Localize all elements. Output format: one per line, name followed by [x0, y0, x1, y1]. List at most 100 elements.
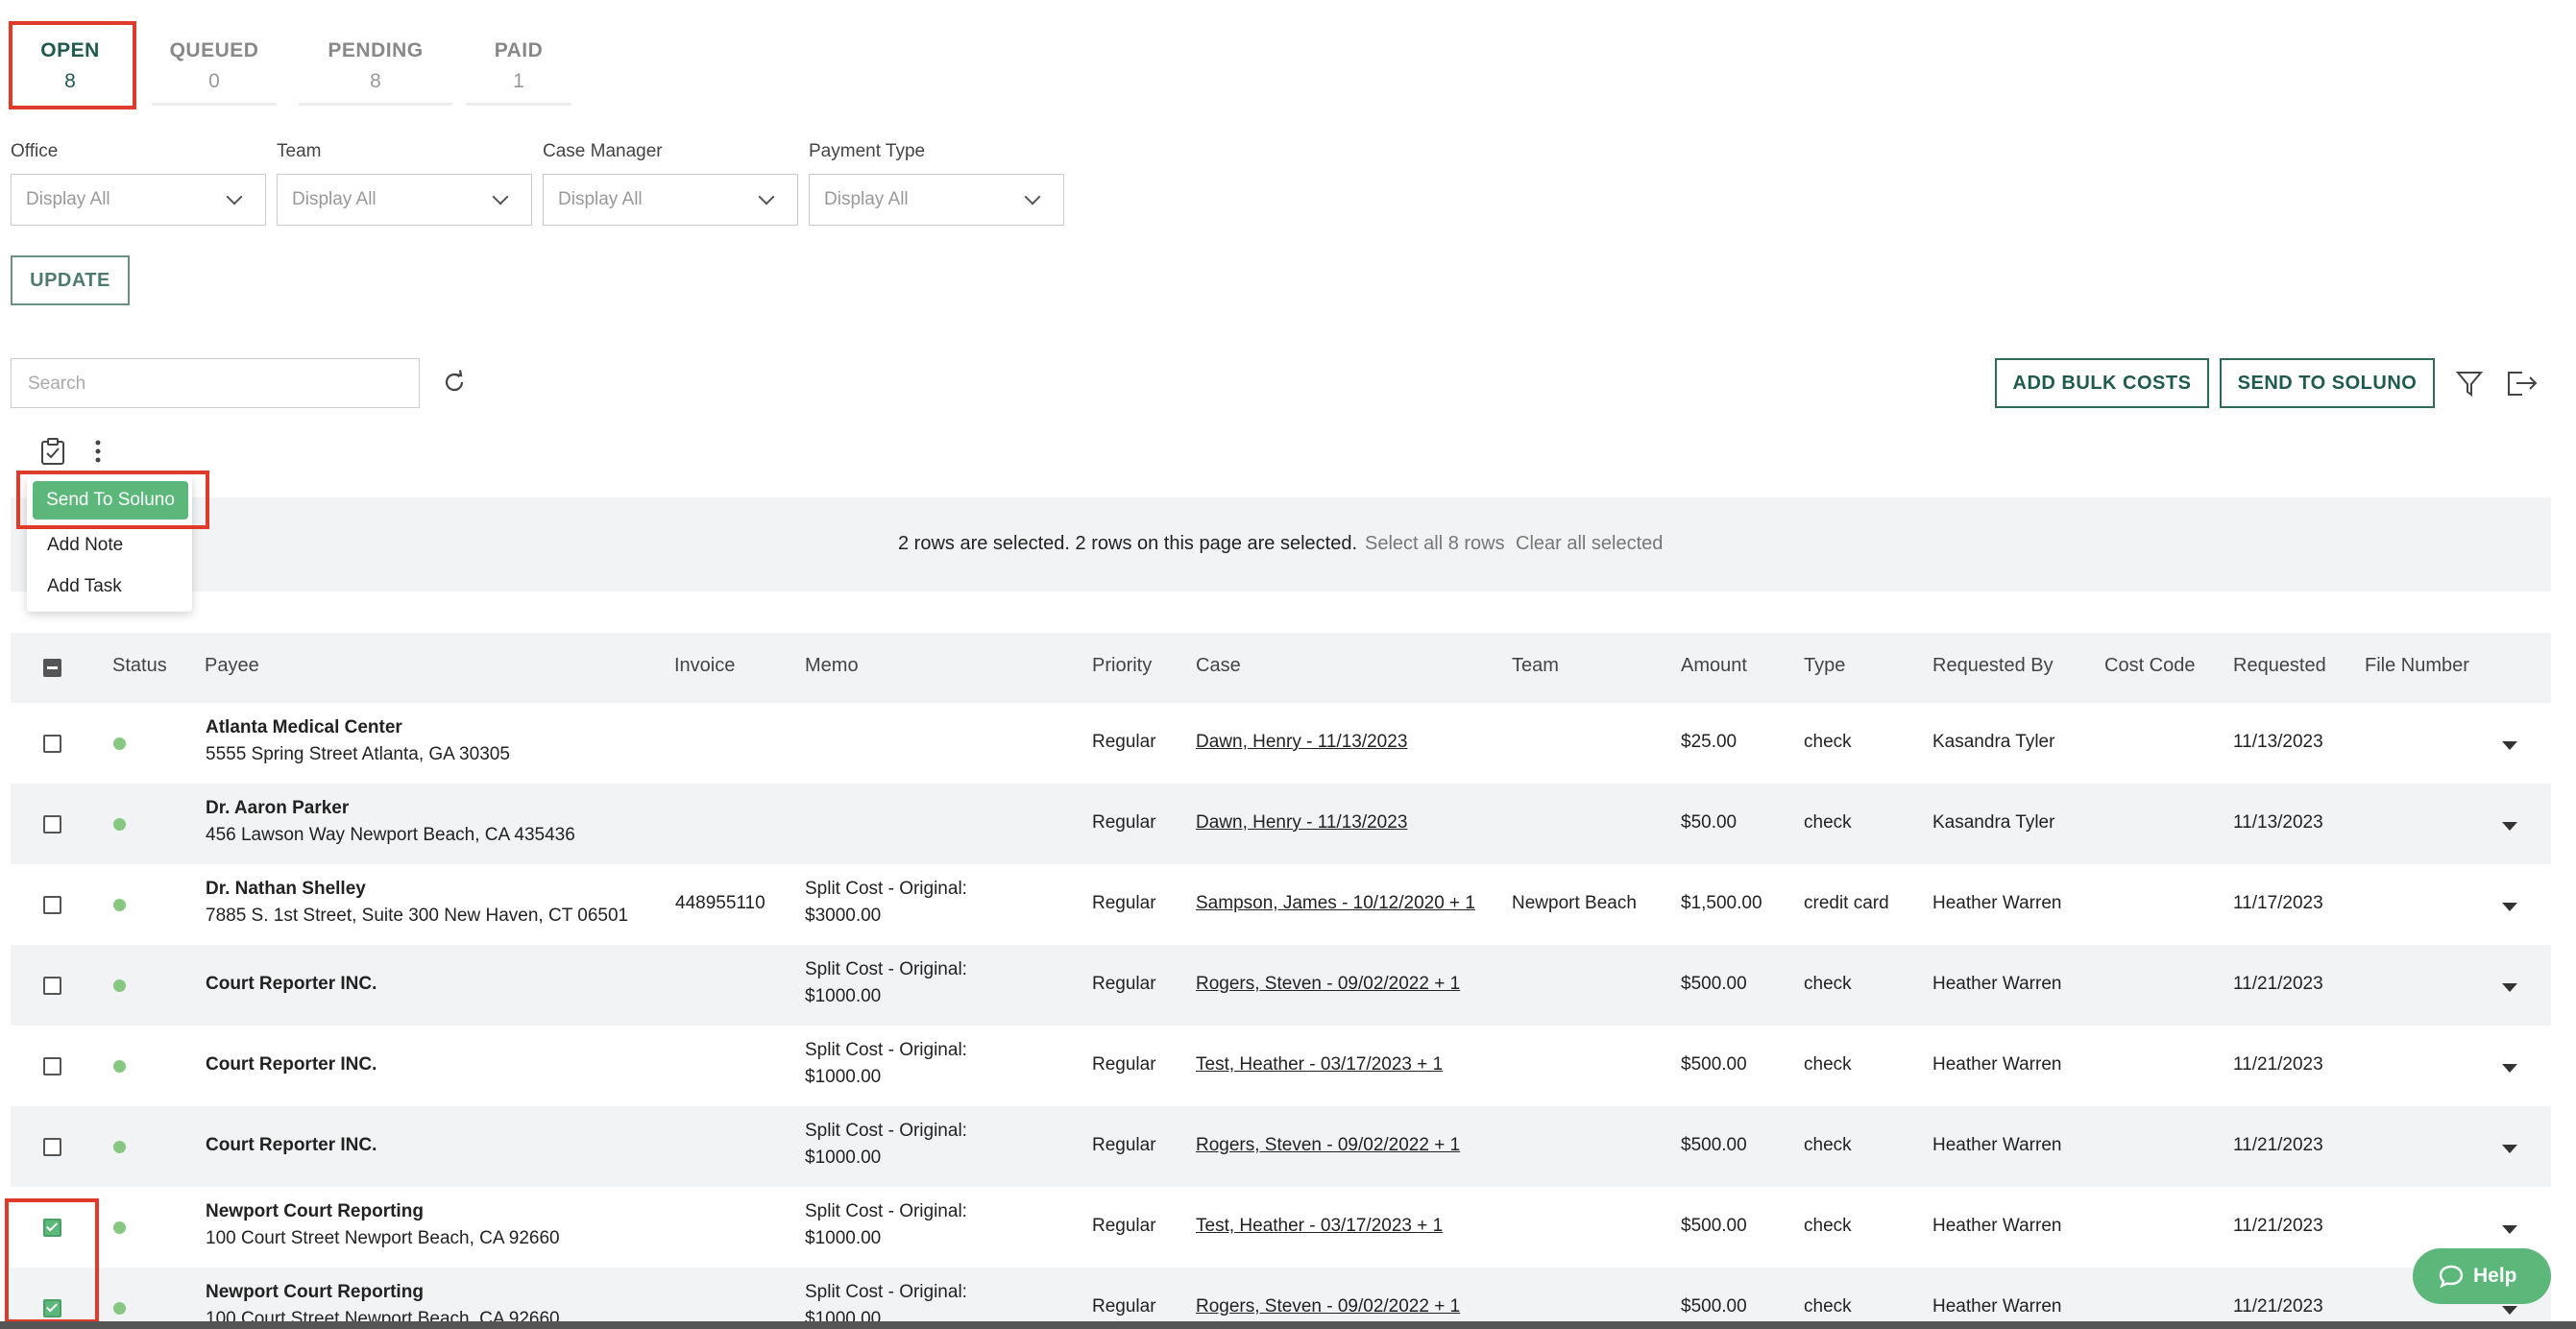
menu-item-add-task[interactable]: Add Task [47, 576, 122, 597]
row-checkbox[interactable] [43, 1138, 61, 1156]
type: check [1804, 1054, 1852, 1075]
expand-row-icon[interactable] [2502, 1145, 2517, 1153]
payee-name: Court Reporter INC. [206, 1135, 377, 1155]
column-header-file-number[interactable]: File Number [2365, 655, 2469, 677]
tab-label: QUEUED [169, 39, 259, 61]
select-value: Display All [558, 189, 643, 209]
clear-all-link[interactable]: Clear all selected [1516, 533, 1663, 555]
status-dot-icon [113, 1221, 126, 1234]
send-to-soluno-button[interactable]: SEND TO SOLUNO [2220, 358, 2435, 408]
row-checkbox[interactable] [43, 815, 61, 834]
chevron-down-icon [226, 188, 243, 205]
help-label: Help [2473, 1265, 2517, 1287]
case-link[interactable]: Test, Heather - 03/17/2023 + 1 [1196, 1216, 1443, 1237]
case-link[interactable]: Rogers, Steven - 09/02/2022 + 1 [1196, 1296, 1460, 1317]
priority: Regular [1092, 974, 1156, 994]
column-header-case[interactable]: Case [1196, 655, 1241, 677]
column-header-invoice[interactable]: Invoice [674, 655, 735, 677]
memo-line-2: $1000.00 [805, 1148, 882, 1168]
payee-address: 5555 Spring Street Atlanta, GA 30305 [206, 744, 510, 764]
chat-bubble-icon [2439, 1265, 2464, 1289]
payee-address: 100 Court Street Newport Beach, CA 92660 [206, 1309, 560, 1321]
case-link[interactable]: Test, Heather - 03/17/2023 + 1 [1196, 1054, 1443, 1075]
case-link[interactable]: Dawn, Henry - 11/13/2023 [1196, 732, 1407, 753]
update-button[interactable]: UPDATE [11, 255, 130, 305]
table-row[interactable]: Atlanta Medical Center 5555 Spring Stree… [11, 703, 2551, 784]
row-checkbox[interactable] [43, 1057, 61, 1075]
expand-row-icon[interactable] [2502, 741, 2517, 750]
column-header-requested-by[interactable]: Requested By [1932, 655, 2054, 677]
memo-line-1: Split Cost - Original: [805, 1282, 967, 1302]
requested-by: Heather Warren [1932, 1216, 2062, 1236]
column-header-requested[interactable]: Requested [2233, 655, 2326, 677]
payee-name: Newport Court Reporting [206, 1201, 424, 1221]
table-row[interactable]: Court Reporter INC. Split Cost - Origina… [11, 945, 2551, 1026]
select-all-checkbox[interactable] [43, 659, 61, 677]
type: check [1804, 732, 1852, 752]
case-link[interactable]: Rogers, Steven - 09/02/2022 + 1 [1196, 974, 1460, 995]
case-link[interactable]: Sampson, James - 10/12/2020 + 1 [1196, 893, 1475, 914]
refresh-icon[interactable] [441, 369, 468, 396]
status-dot-icon [113, 1302, 126, 1315]
column-header-team[interactable]: Team [1512, 655, 1559, 677]
requested-date: 11/21/2023 [2233, 1296, 2323, 1317]
selection-message: 2 rows are selected. 2 rows on this page… [898, 533, 1358, 554]
table-row[interactable]: Dr. Aaron Parker 456 Lawson Way Newport … [11, 784, 2551, 864]
more-vertical-icon[interactable] [91, 438, 105, 465]
column-header-type[interactable]: Type [1804, 655, 1845, 677]
checklist-icon[interactable] [39, 437, 66, 466]
payment-type-select[interactable]: Display All [809, 174, 1064, 226]
row-checkbox[interactable] [43, 896, 61, 914]
status-dot-icon [113, 737, 126, 750]
tab-queued[interactable]: QUEUED 0 [152, 17, 277, 106]
filter-label-office: Office [11, 141, 59, 161]
table-row[interactable]: Court Reporter INC. Split Cost - Origina… [11, 1026, 2551, 1106]
requested-by: Heather Warren [1932, 1296, 2062, 1317]
case-manager-select[interactable]: Display All [543, 174, 798, 226]
column-header-amount[interactable]: Amount [1681, 655, 1747, 677]
office-select[interactable]: Display All [11, 174, 266, 226]
team-select[interactable]: Display All [277, 174, 532, 226]
table-row[interactable]: Newport Court Reporting 100 Court Street… [11, 1268, 2551, 1321]
row-checkbox[interactable] [43, 735, 61, 753]
chevron-down-icon [1024, 188, 1041, 205]
row-checkbox[interactable] [43, 977, 61, 995]
expand-row-icon[interactable] [2502, 1306, 2517, 1315]
type: check [1804, 1135, 1852, 1155]
status-dot-icon [113, 1060, 126, 1073]
type: check [1804, 1296, 1852, 1317]
column-header-memo[interactable]: Memo [805, 655, 859, 677]
tab-pending[interactable]: PENDING 8 [299, 17, 452, 106]
expand-row-icon[interactable] [2502, 983, 2517, 992]
expand-row-icon[interactable] [2502, 903, 2517, 911]
table-row[interactable]: Newport Court Reporting 100 Court Street… [11, 1187, 2551, 1268]
select-value: Display All [824, 189, 909, 209]
tab-paid[interactable]: PAID 1 [466, 17, 571, 106]
menu-item-add-note[interactable]: Add Note [47, 535, 123, 556]
select-all-link[interactable]: Select all 8 rows [1365, 533, 1505, 555]
requested-date: 11/21/2023 [2233, 1054, 2323, 1075]
table-row[interactable]: Dr. Nathan Shelley 7885 S. 1st Street, S… [11, 864, 2551, 945]
filter-icon[interactable] [2455, 369, 2484, 398]
payee-name: Court Reporter INC. [206, 1054, 377, 1075]
expand-row-icon[interactable] [2502, 1064, 2517, 1073]
column-header-status[interactable]: Status [112, 655, 167, 677]
team: Newport Beach [1512, 893, 1637, 913]
requested-date: 11/13/2023 [2233, 732, 2323, 752]
help-button[interactable]: Help [2413, 1248, 2551, 1304]
case-link[interactable]: Dawn, Henry - 11/13/2023 [1196, 812, 1407, 834]
priority: Regular [1092, 1054, 1156, 1075]
column-header-cost-code[interactable]: Cost Code [2104, 655, 2196, 677]
table-row[interactable]: Court Reporter INC. Split Cost - Origina… [11, 1106, 2551, 1187]
expand-row-icon[interactable] [2502, 822, 2517, 831]
amount: $500.00 [1681, 1216, 1747, 1236]
case-link[interactable]: Rogers, Steven - 09/02/2022 + 1 [1196, 1135, 1460, 1156]
status-dot-icon [113, 1141, 126, 1153]
add-bulk-costs-button[interactable]: ADD BULK COSTS [1995, 358, 2209, 408]
expand-row-icon[interactable] [2502, 1225, 2517, 1234]
search-input[interactable]: Search [11, 358, 420, 408]
column-header-priority[interactable]: Priority [1092, 655, 1152, 677]
export-icon[interactable] [2505, 369, 2540, 398]
invoice: 448955110 [675, 893, 766, 913]
column-header-payee[interactable]: Payee [205, 655, 259, 677]
